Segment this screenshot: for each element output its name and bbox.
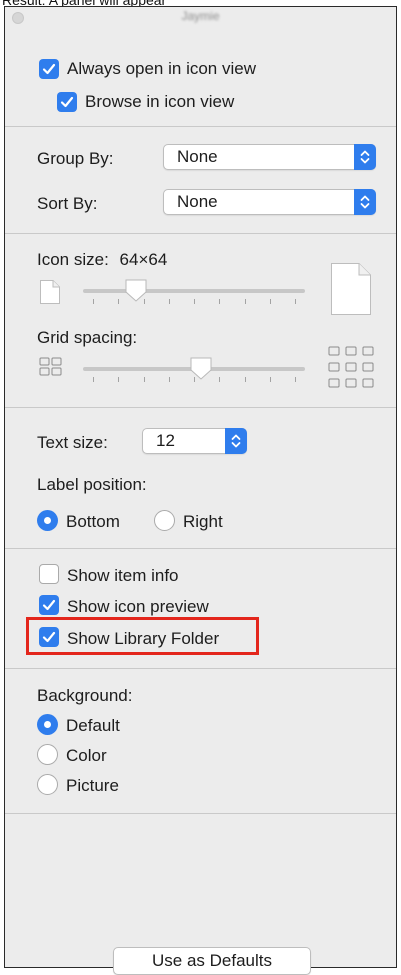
slider-tick <box>244 299 246 304</box>
label-position-bottom-label: Bottom <box>66 512 120 531</box>
popup-chevron-icon <box>354 144 376 170</box>
icon-size-slider-knob[interactable] <box>124 278 148 304</box>
slider-tick <box>93 299 94 304</box>
background-default-label: Default <box>66 716 120 735</box>
label-position-right-label: Right <box>183 512 223 531</box>
show-icon-preview-label: Show icon preview <box>67 597 209 616</box>
titlebar: Jaymie <box>5 7 396 29</box>
always-open-checkbox[interactable] <box>39 59 59 79</box>
slider-tick <box>269 377 271 382</box>
icon-size-value: 64×64 <box>119 250 168 269</box>
label-position-right-radio[interactable] <box>154 510 175 531</box>
slider-tick <box>219 377 221 382</box>
browse-icon-view-label: Browse in icon view <box>85 92 235 111</box>
divider <box>5 407 396 408</box>
sort-by-value: None <box>177 192 218 211</box>
view-options-panel: Jaymie Always open in icon view Browse i… <box>4 6 397 975</box>
divider <box>5 813 396 814</box>
checkmark-icon <box>60 96 74 108</box>
icon-size-text: Icon size: <box>37 250 109 269</box>
window-title: Jaymie <box>181 9 220 23</box>
grid-spacing-slider-knob[interactable] <box>189 356 213 382</box>
grid-spacing-label: Grid spacing: <box>37 328 138 347</box>
slider-tick <box>219 299 221 304</box>
label-position-bottom-radio[interactable] <box>37 510 58 531</box>
show-icon-preview-checkbox[interactable] <box>39 595 59 615</box>
icon-size-slider-track[interactable] <box>83 289 305 293</box>
background-label: Background: <box>37 686 133 705</box>
large-document-icon <box>331 263 371 315</box>
slider-tick <box>269 299 271 304</box>
tight-grid-icon <box>39 357 62 376</box>
group-by-value: None <box>177 147 218 166</box>
slider-tick <box>295 299 296 304</box>
slider-tick <box>93 377 94 382</box>
checkmark-icon <box>42 63 56 75</box>
text-size-value: 12 <box>156 431 175 450</box>
label-position-label: Label position: <box>37 475 147 494</box>
show-item-info-label: Show item info <box>67 566 179 585</box>
browse-icon-view-checkbox[interactable] <box>57 92 77 112</box>
text-size-popup[interactable]: 12 <box>142 428 247 454</box>
divider <box>5 126 396 127</box>
slider-tick <box>143 377 145 382</box>
slider-tick <box>118 377 120 382</box>
slider-tick <box>168 299 170 304</box>
slider-tick <box>244 377 246 382</box>
divider <box>5 548 396 549</box>
wide-grid-icon <box>328 346 374 388</box>
background-color-label: Color <box>66 746 107 765</box>
background-picture-label: Picture <box>66 776 119 795</box>
slider-tick <box>194 299 195 304</box>
slider-tick <box>168 377 170 382</box>
checkmark-icon <box>42 599 56 611</box>
group-by-popup[interactable]: None <box>163 144 376 170</box>
divider <box>5 668 396 669</box>
sort-by-popup[interactable]: None <box>163 189 376 215</box>
always-open-label: Always open in icon view <box>67 59 256 78</box>
background-color-radio[interactable] <box>37 744 58 765</box>
highlight-box <box>26 617 259 655</box>
show-item-info-checkbox[interactable] <box>39 564 59 584</box>
text-size-label: Text size: <box>37 433 108 452</box>
sort-by-label: Sort By: <box>37 194 98 213</box>
group-by-label: Group By: <box>37 149 114 168</box>
icon-size-label: Icon size: 64×64 <box>37 250 167 270</box>
popup-chevron-icon <box>225 428 247 454</box>
slider-tick <box>295 377 296 382</box>
popup-chevron-icon <box>354 189 376 215</box>
divider <box>5 233 396 234</box>
background-picture-radio[interactable] <box>37 774 58 795</box>
use-as-defaults-button[interactable]: Use as Defaults <box>113 947 311 975</box>
small-document-icon <box>40 280 60 304</box>
slider-tick <box>118 299 120 304</box>
background-default-radio[interactable] <box>37 714 58 735</box>
